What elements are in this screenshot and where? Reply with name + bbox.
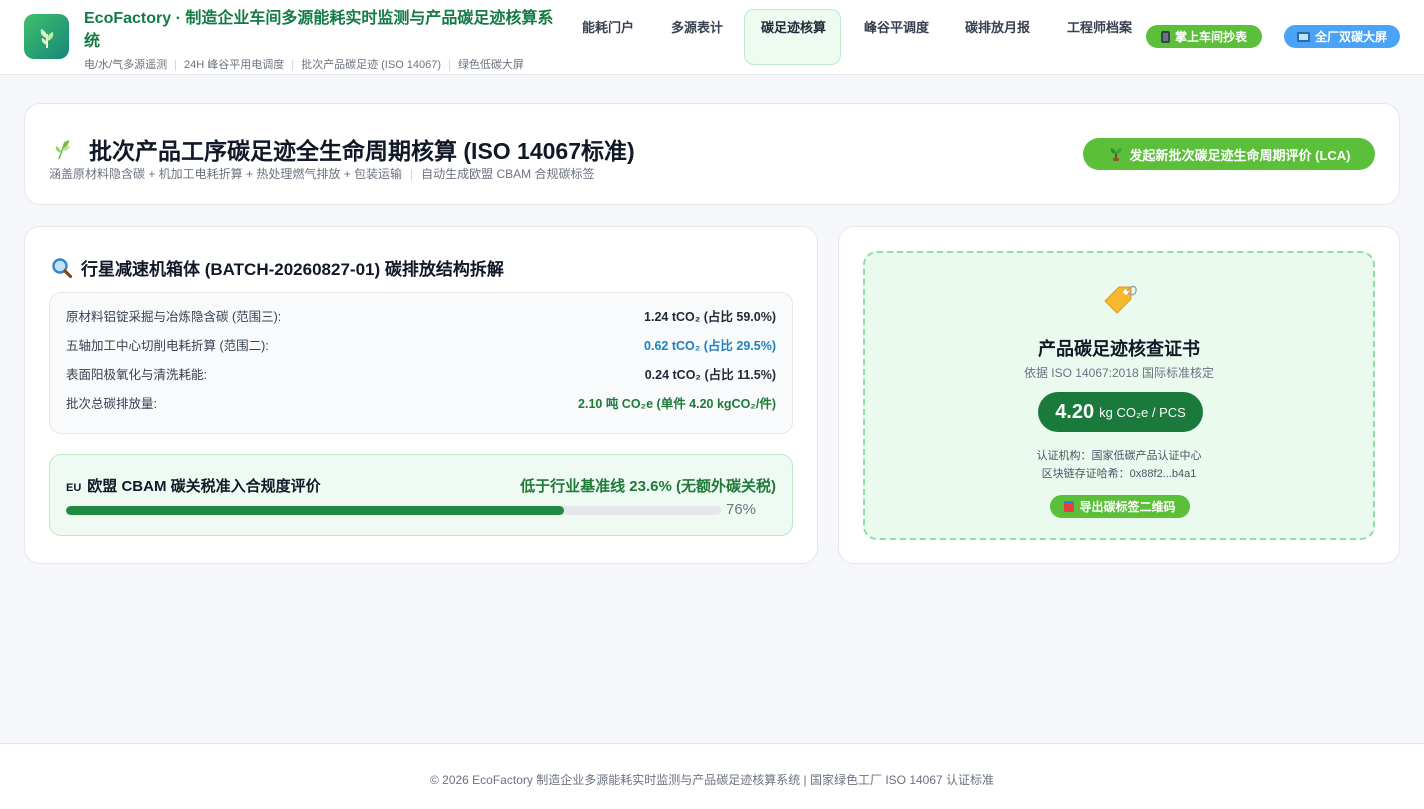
export-icon [1064,501,1075,512]
app-title: EcoFactory · 制造企业车间多源能耗实时监测与产品碳足迹核算系统 [84,10,554,50]
mobile-meter-label: 掌上车间抄表 [1174,30,1247,44]
breakdown-title-text: 行星减速机箱体 (BATCH-20260827-01) 碳排放结构拆解 [81,260,504,279]
certificate-authority: 认证机构：国家低碳产品认证中心 [1036,450,1202,462]
certificate-panel: 产品碳足迹核查证书 依据 ISO 14067:2018 国际标准核定 4.20 … [863,251,1375,540]
breakdown-table: 原材料铝锭采掘与冶炼隐含碳 (范围三): 1.24 tCO₂ (占比 59.0%… [49,292,793,434]
page-subtitle-right: 自动生成欧盟 CBAM 合规碳标签 [421,167,595,181]
cbam-progress-bar [66,506,721,515]
start-lca-button[interactable]: 发起新批次碳足迹生命周期评价 (LCA) [1083,138,1375,170]
breakdown-label: 批次总碳排放量: [66,397,157,411]
carbon-screen-button[interactable]: 全厂双碳大屏 [1284,25,1400,48]
cbam-title-text: 欧盟 CBAM 碳关税准入合规度评价 [87,478,321,495]
subtitle-item: 批次产品碳足迹 (ISO 14067) [301,59,442,71]
cbam-compliance-panel: EU 欧盟 CBAM 碳关税准入合规度评价 低于行业基准线 23.6% (无额外… [49,454,793,536]
certificate-card: 产品碳足迹核查证书 依据 ISO 14067:2018 国际标准核定 4.20 … [838,226,1400,564]
breakdown-total-value: 2.10 吨 CO₂e (单件 4.20 kgCO₂/件) [578,397,776,411]
sprout-icon [55,140,70,160]
cbam-title: EU 欧盟 CBAM 碳关税准入合规度评价 [66,475,321,496]
breakdown-card: 行星减速机箱体 (BATCH-20260827-01) 碳排放结构拆解 原材料铝… [24,226,818,564]
tab-peak-valley[interactable]: 峰谷平调度 [848,9,938,65]
subtitle-item: 绿色低碳大屏 [457,59,524,71]
monitor-icon [1296,31,1310,42]
breakdown-value: 0.62 tCO₂ (占比 29.5%) [644,339,776,353]
footprint-value-badge: 4.20 kg CO₂e / PCS [1038,392,1203,432]
page-subtitle-left: 涵盖原材料隐含碳 + 机加工电耗折算 + 热处理燃气排放 + 包装运输 [49,167,403,181]
top-header: EcoFactory · 制造企业车间多源能耗实时监测与产品碳足迹核算系统 电/… [0,0,1424,75]
magnifier-icon [52,257,73,278]
breakdown-row: 表面阳极氧化与清洗耗能: 0.24 tCO₂ (占比 11.5%) [66,359,776,388]
tab-monthly-report[interactable]: 碳排放月报 [949,9,1039,65]
blockchain-hash: 区块链存证哈希：0x88f2...b4a1 [1041,468,1197,480]
tab-energy-portal[interactable]: 能耗门户 [566,9,644,65]
page-subtitle: 涵盖原材料隐含碳 + 机加工电耗折算 + 热处理燃气排放 + 包装运输 | 自动生成… [49,167,595,181]
page-title-card: 批次产品工序碳足迹全生命周期核算 (ISO 14067标准) 涵盖原材料隐含碳 … [24,103,1400,205]
seedling-icon [1110,148,1121,161]
certificate-standard: 依据 ISO 14067:2018 国际标准核定 [1023,366,1215,380]
breakdown-label: 原材料铝锭采掘与冶炼隐含碳 (范围三): [66,310,282,324]
page-title: 批次产品工序碳足迹全生命周期核算 (ISO 14067标准) [51,132,635,166]
tag-icon [1104,285,1137,314]
cbam-progress-fill [66,506,564,515]
footer-text: © 2026 EcoFactory 制造企业多源能耗实时监测与产品碳足迹核算系统… [429,773,995,787]
breakdown-value: 0.24 tCO₂ (占比 11.5%) [644,368,776,382]
tab-carbon-footprint[interactable]: 碳足迹核算 [744,9,841,65]
eu-badge: EU [66,482,82,494]
certificate-title: 产品碳足迹核查证书 [1038,339,1200,359]
breakdown-total-row: 批次总碳排放量: 2.10 吨 CO₂e (单件 4.20 kgCO₂/件) [66,388,776,417]
export-qr-button[interactable]: 导出碳标签二维码 [1050,495,1190,518]
subtitle-item: 24H 峰谷平用电调度 [183,59,285,71]
page-title-text: 批次产品工序碳足迹全生命周期核算 (ISO 14067标准) [89,138,635,164]
leaf-icon [40,28,53,48]
cbam-progress-label: 76% [726,501,757,518]
breakdown-label: 五轴加工中心切削电耗折算 (范围二): [66,339,269,353]
breakdown-title: 行星减速机箱体 (BATCH-20260827-01) 碳排放结构拆解 [51,255,504,280]
start-lca-label: 发起新批次碳足迹生命周期评价 (LCA) [1129,147,1351,163]
export-qr-label: 导出碳标签二维码 [1079,500,1176,514]
breakdown-label: 表面阳极氧化与清洗耗能: [66,368,207,382]
tab-engineer-profile[interactable]: 工程师档案 [1051,9,1141,65]
tab-multi-meter[interactable]: 多源表计 [655,9,733,65]
phone-icon [1160,30,1170,43]
carbon-screen-label: 全厂双碳大屏 [1314,30,1387,44]
breakdown-value: 1.24 tCO₂ (占比 59.0%) [644,310,776,324]
app-subtitle: 电/水/气多源遥测 | 24H 峰谷平用电调度 | 批次产品碳足迹 (ISO 14067… [84,59,524,71]
mobile-meter-button[interactable]: 掌上车间抄表 [1146,25,1262,48]
cbam-status: 低于行业基准线 23.6% (无额外碳关税) [520,478,776,495]
app-logo[interactable] [24,14,69,59]
footprint-value: 4.20 [1055,400,1095,423]
breakdown-row: 原材料铝锭采掘与冶炼隐含碳 (范围三): 1.24 tCO₂ (占比 59.0%… [66,301,776,330]
page-footer: © 2026 EcoFactory 制造企业多源能耗实时监测与产品碳足迹核算系统… [0,743,1424,809]
footprint-unit: kg CO₂e / PCS [1099,404,1186,420]
subtitle-item: 电/水/气多源遥测 [84,59,168,71]
breakdown-row: 五轴加工中心切削电耗折算 (范围二): 0.62 tCO₂ (占比 29.5%) [66,330,776,359]
